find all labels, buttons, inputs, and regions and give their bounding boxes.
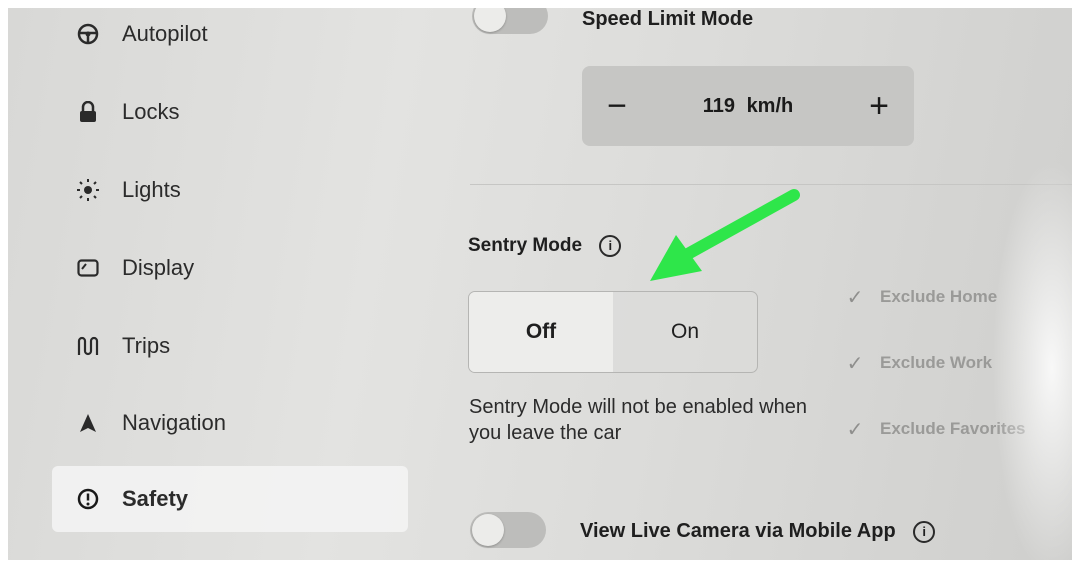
exclude-home-checkbox[interactable]: ✓ Exclude Home <box>840 283 998 311</box>
info-icon[interactable]: i <box>599 235 622 257</box>
sentry-on-option[interactable]: On <box>613 292 757 372</box>
sidebar-item-lights[interactable]: Lights <box>52 160 408 220</box>
info-icon[interactable]: i <box>913 520 936 543</box>
increase-speed-button[interactable]: + <box>844 87 914 126</box>
sentry-off-option[interactable]: Off <box>469 292 613 372</box>
trips-icon <box>68 331 108 361</box>
sidebar-item-label: Lights <box>122 177 181 202</box>
green-arrow-annotation <box>650 189 800 281</box>
navigation-arrow-icon <box>68 408 108 438</box>
sentry-mode-segmented-control: Off On <box>468 291 758 373</box>
speed-limit-mode-label: Speed Limit Mode <box>582 8 754 30</box>
toggle-knob <box>472 514 504 546</box>
speed-limit-value: 119 km/h <box>652 95 844 118</box>
sidebar-item-label: Locks <box>122 99 180 124</box>
alert-circle-icon <box>68 484 108 514</box>
checkmark-icon: ✓ <box>846 286 864 309</box>
sidebar-item-label: Trips <box>122 333 171 358</box>
sidebar-item-label: Autopilot <box>122 21 208 46</box>
sun-icon <box>68 175 108 205</box>
sidebar-item-label: Navigation <box>122 410 226 435</box>
exclude-home-label: Exclude Home <box>880 287 998 306</box>
exclude-favorites-label: Exclude Favorites <box>880 419 1026 438</box>
sidebar-item-autopilot[interactable]: Autopilot <box>52 8 408 64</box>
sentry-mode-heading: Sentry Mode i <box>468 235 622 257</box>
steering-wheel-icon <box>68 19 108 49</box>
lock-icon <box>68 97 108 127</box>
speed-unit: km/h <box>746 94 794 117</box>
sidebar-item-navigation[interactable]: Navigation <box>52 393 408 453</box>
toggle-knob <box>474 8 506 32</box>
exclude-work-label: Exclude Work <box>880 353 993 372</box>
display-icon <box>68 253 108 283</box>
speed-limit-stepper: − 119 km/h + <box>582 66 914 146</box>
live-camera-row: View Live Camera via Mobile App i <box>580 520 936 543</box>
settings-sidebar: Autopilot Locks Lights Display Trips Nav… <box>8 8 428 560</box>
live-camera-toggle[interactable] <box>470 512 546 548</box>
live-camera-label: View Live Camera via Mobile App <box>580 520 896 542</box>
settings-screen: Autopilot Locks Lights Display Trips Nav… <box>8 8 1072 560</box>
sidebar-item-safety[interactable]: Safety <box>52 466 408 532</box>
speed-limit-mode-toggle[interactable] <box>472 8 548 34</box>
decrease-speed-button[interactable]: − <box>582 87 652 126</box>
exclude-work-checkbox[interactable]: ✓ Exclude Work <box>840 349 993 377</box>
sidebar-item-locks[interactable]: Locks <box>52 82 408 142</box>
sidebar-item-label: Safety <box>122 486 189 511</box>
sidebar-item-label: Display <box>122 255 195 280</box>
exclude-favorites-checkbox[interactable]: ✓ Exclude Favorites <box>840 415 1026 443</box>
sentry-mode-label: Sentry Mode <box>468 235 583 257</box>
sidebar-item-trips[interactable]: Trips <box>52 316 408 376</box>
checkmark-icon: ✓ <box>846 352 864 375</box>
speed-value: 119 <box>702 94 735 117</box>
checkmark-icon: ✓ <box>846 418 864 441</box>
sentry-mode-description: Sentry Mode will not be enabled when you… <box>469 396 807 444</box>
sidebar-item-display[interactable]: Display <box>52 238 408 298</box>
